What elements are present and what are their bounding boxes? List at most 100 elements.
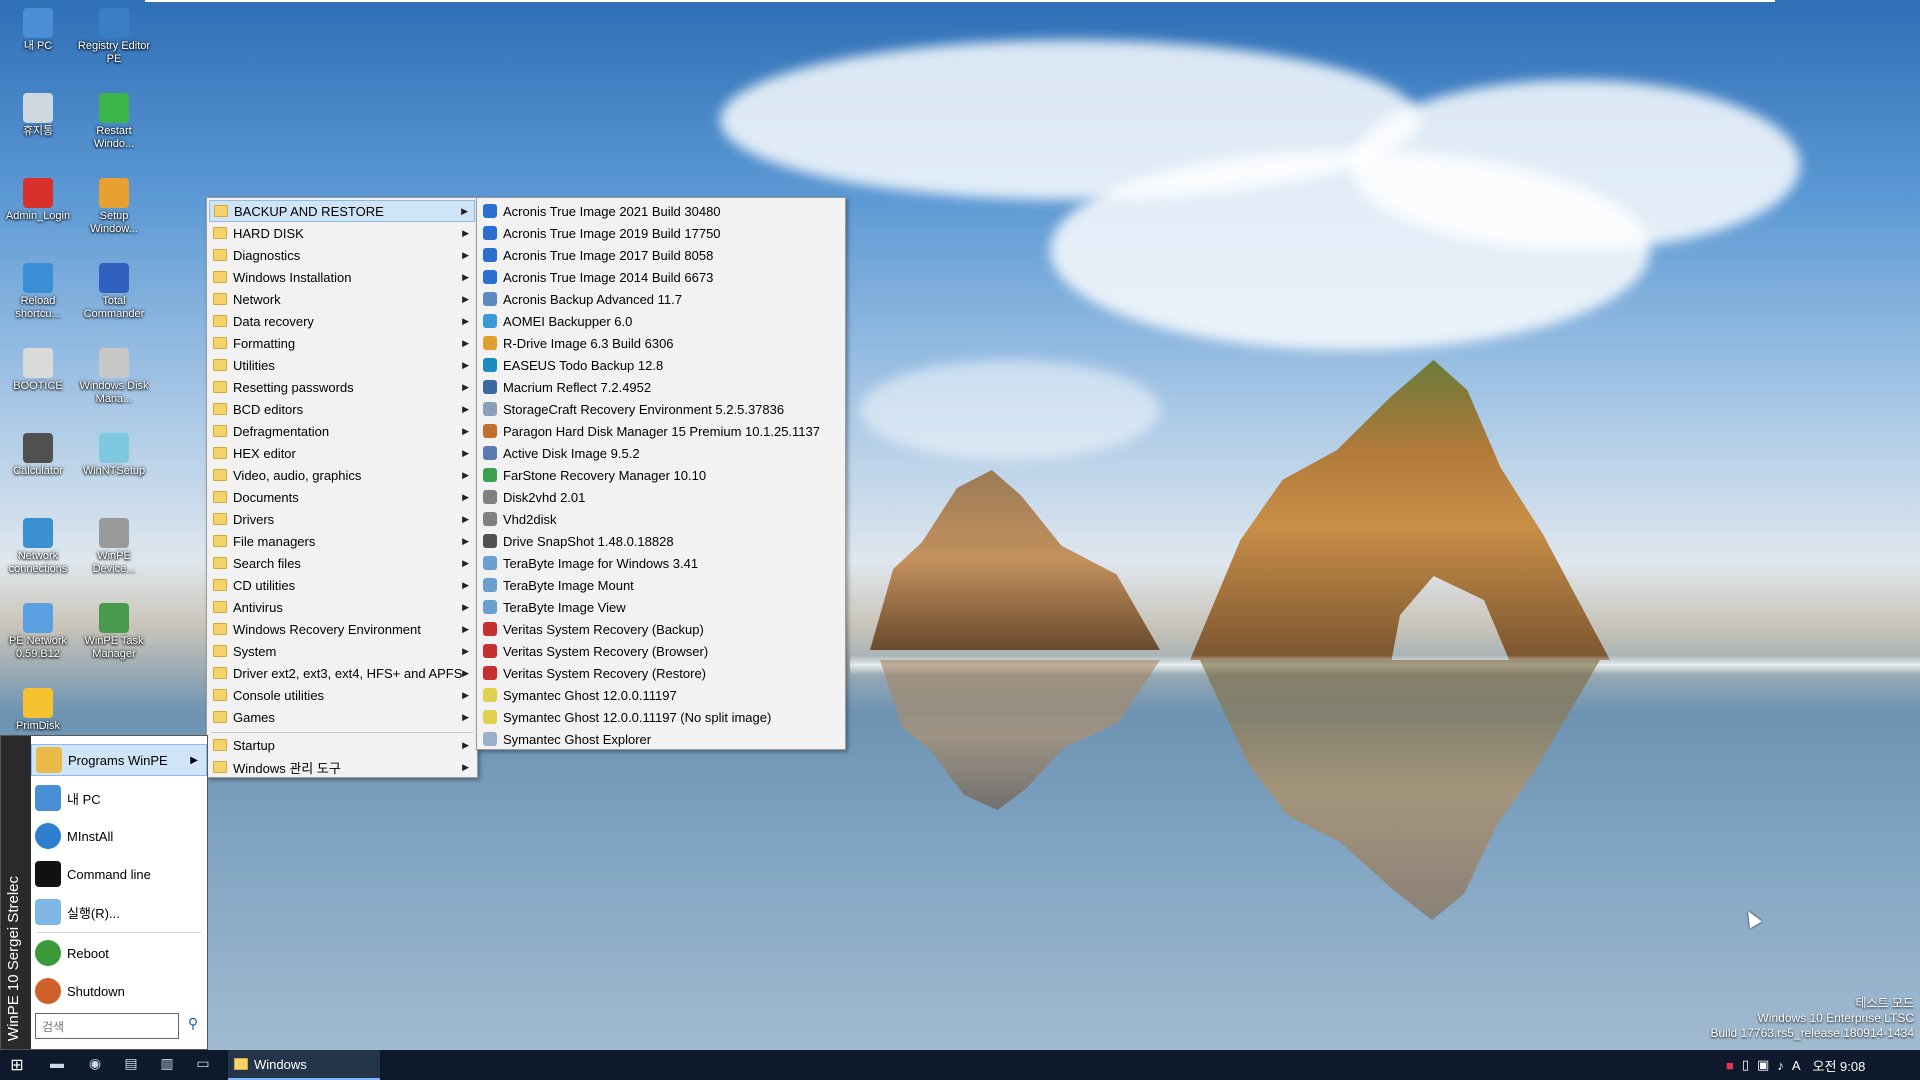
menu-item-antivirus[interactable]: Antivirus ▶ xyxy=(209,596,475,618)
document-icon[interactable]: ▥ xyxy=(156,1055,178,1075)
backup-menu-item[interactable]: Veritas System Recovery (Browser) xyxy=(479,640,843,662)
backup-menu-item[interactable]: StorageCraft Recovery Environment 5.2.5.… xyxy=(479,398,843,420)
desktop-icon[interactable]: PE Network 0.59.B12 xyxy=(0,603,76,661)
menu-item-utilities[interactable]: Utilities ▶ xyxy=(209,354,475,376)
menu-item-hex-editor[interactable]: HEX editor ▶ xyxy=(209,442,475,464)
menu-item-bcd-editors[interactable]: BCD editors ▶ xyxy=(209,398,475,420)
ime-indicator[interactable]: A xyxy=(1792,1058,1801,1073)
menu-item-file-managers[interactable]: File managers ▶ xyxy=(209,530,475,552)
explorer-icon[interactable]: ▬ xyxy=(46,1055,68,1075)
menu-item-diagnostics[interactable]: Diagnostics ▶ xyxy=(209,244,475,266)
command-line-item[interactable]: Command line xyxy=(31,858,207,890)
desktop-icon[interactable]: Admin_Login xyxy=(0,178,76,223)
desktop-icon[interactable]: Reload shortcu... xyxy=(0,263,76,321)
menu-item-defragmentation[interactable]: Defragmentation ▶ xyxy=(209,420,475,442)
backup-menu-item[interactable]: Vhd2disk xyxy=(479,508,843,530)
chevron-right-icon: ▶ xyxy=(462,227,469,238)
reboot-button[interactable]: Reboot xyxy=(31,937,207,969)
backup-menu-item[interactable]: Symantec Ghost 12.0.0.11197 (No split im… xyxy=(479,706,843,728)
run-item[interactable]: 실행(R)... xyxy=(31,896,207,928)
backup-menu-item[interactable]: Active Disk Image 9.5.2 xyxy=(479,442,843,464)
menu-item-data-recovery[interactable]: Data recovery ▶ xyxy=(209,310,475,332)
backup-menu-item-label: Paragon Hard Disk Manager 15 Premium 10.… xyxy=(503,423,820,439)
menu-item-games[interactable]: Games ▶ xyxy=(209,706,475,728)
menu-item-drivers[interactable]: Drivers ▶ xyxy=(209,508,475,530)
menu-item-system[interactable]: System ▶ xyxy=(209,640,475,662)
start-search-input[interactable]: 검색 xyxy=(35,1013,179,1039)
shutdown-button[interactable]: Shutdown xyxy=(31,975,207,1007)
menu-item-formatting[interactable]: Formatting ▶ xyxy=(209,332,475,354)
desktop-icon[interactable]: Network connections xyxy=(0,518,76,576)
menu-item-video-audio-graphics[interactable]: Video, audio, graphics ▶ xyxy=(209,464,475,486)
taskbar-window-windows[interactable]: Windows xyxy=(228,1050,380,1080)
desktop-icon[interactable]: BOOTICE xyxy=(0,348,76,393)
menu-item-hard-disk[interactable]: HARD DISK ▶ xyxy=(209,222,475,244)
menu-item-driver-ext[interactable]: Driver ext2, ext3, ext4, HFS+ and APFS ▶ xyxy=(209,662,475,684)
desktop-icon[interactable]: Registry Editor PE xyxy=(76,8,152,66)
color-flag-icon[interactable]: ■ xyxy=(1726,1058,1734,1073)
backup-menu-item[interactable]: Acronis Backup Advanced 11.7 xyxy=(479,288,843,310)
desktop-icon[interactable]: 휴지통 xyxy=(0,93,76,138)
desktop-icon[interactable]: WinPE Device... xyxy=(76,518,152,576)
desktop-icon[interactable]: 내 PC xyxy=(0,8,76,53)
desktop-icon-label: Reload shortcu... xyxy=(15,295,61,320)
backup-menu-item[interactable]: Symantec Ghost 12.0.0.11197 xyxy=(479,684,843,706)
search-icon[interactable]: ⚲ xyxy=(183,1015,203,1037)
minstall-taskbar-icon[interactable]: ◉ xyxy=(84,1055,106,1075)
volume-icon[interactable]: ♪ xyxy=(1777,1058,1784,1073)
backup-menu-item[interactable]: TeraByte Image View xyxy=(479,596,843,618)
console-icon[interactable]: ▭ xyxy=(192,1055,214,1075)
menu-item-resetting-passwords[interactable]: Resetting passwords ▶ xyxy=(209,376,475,398)
backup-menu-item[interactable]: TeraByte Image Mount xyxy=(479,574,843,596)
windows-start-icon[interactable]: ⊞ xyxy=(4,1055,30,1075)
backup-menu-item[interactable]: EASEUS Todo Backup 12.8 xyxy=(479,354,843,376)
usb-icon[interactable]: ▯ xyxy=(1742,1057,1749,1073)
desktop-icon[interactable]: Windows Disk Mana... xyxy=(76,348,152,406)
minstall-item[interactable]: MInstAll xyxy=(31,820,207,852)
start-menu-body: Programs WinPE ▶ 내 PC MInstAll Command li… xyxy=(31,736,207,1049)
backup-menu-item[interactable]: Acronis True Image 2017 Build 8058 xyxy=(479,244,843,266)
desktop-icon[interactable]: Restart Windo... xyxy=(76,93,152,151)
backup-menu-item[interactable]: Acronis True Image 2019 Build 17750 xyxy=(479,222,843,244)
programs-winpe-item[interactable]: Programs WinPE ▶ xyxy=(31,744,207,776)
menu-item-cd-utilities[interactable]: CD utilities ▶ xyxy=(209,574,475,596)
menu-item-network[interactable]: Network ▶ xyxy=(209,288,475,310)
menu-item-windows-recovery-environment[interactable]: Windows Recovery Environment ▶ xyxy=(209,618,475,640)
clock[interactable]: 오전 9:08 xyxy=(1812,1056,1865,1075)
backup-menu-item[interactable]: Acronis True Image 2014 Build 6673 xyxy=(479,266,843,288)
backup-menu-item[interactable]: Disk2vhd 2.01 xyxy=(479,486,843,508)
backup-menu-item[interactable]: Macrium Reflect 7.2.4952 xyxy=(479,376,843,398)
chevron-right-icon: ▶ xyxy=(462,425,469,436)
my-pc-item[interactable]: 내 PC xyxy=(31,782,207,814)
backup-menu-item[interactable]: TeraByte Image for Windows 3.41 xyxy=(479,552,843,574)
chevron-right-icon: ▶ xyxy=(462,711,469,722)
notepad-icon[interactable]: ▤ xyxy=(120,1055,142,1075)
backup-menu-item[interactable]: FarStone Recovery Manager 10.10 xyxy=(479,464,843,486)
backup-menu-item[interactable]: AOMEI Backupper 6.0 xyxy=(479,310,843,332)
network-icon[interactable]: ▣ xyxy=(1757,1057,1769,1073)
backup-menu-item[interactable]: Paragon Hard Disk Manager 15 Premium 10.… xyxy=(479,420,843,442)
backup-menu-item[interactable]: Drive SnapShot 1.48.0.18828 xyxy=(479,530,843,552)
backup-menu-item[interactable]: Symantec Ghost Explorer xyxy=(479,728,843,750)
chevron-right-icon: ▶ xyxy=(462,315,469,326)
menu-item-label: Windows Recovery Environment xyxy=(233,621,421,637)
menu-item-windows-admin-tools[interactable]: Windows 관리 도구 ▶ xyxy=(209,756,475,778)
menu-item-console-utilities[interactable]: Console utilities ▶ xyxy=(209,684,475,706)
desktop-icon[interactable]: Setup Window... xyxy=(76,178,152,236)
chevron-right-icon: ▶ xyxy=(462,535,469,546)
menu-item-windows-installation[interactable]: Windows Installation ▶ xyxy=(209,266,475,288)
desktop-icon[interactable]: Calculator xyxy=(0,433,76,478)
backup-menu-item[interactable]: R-Drive Image 6.3 Build 6306 xyxy=(479,332,843,354)
backup-menu-item[interactable]: Acronis True Image 2021 Build 30480 xyxy=(479,200,843,222)
menu-item-backup-and-restore[interactable]: BACKUP AND RESTORE ▶ xyxy=(209,200,475,222)
taskbar-window-label: Windows xyxy=(254,1056,307,1072)
menu-item-startup[interactable]: Startup ▶ xyxy=(209,734,475,756)
desktop-icon[interactable]: WinPE Task Manager xyxy=(76,603,152,661)
backup-menu-item[interactable]: Veritas System Recovery (Restore) xyxy=(479,662,843,684)
backup-menu-item[interactable]: Veritas System Recovery (Backup) xyxy=(479,618,843,640)
desktop-icon[interactable]: PrimDisk xyxy=(0,688,76,733)
desktop-icon[interactable]: Total Commander xyxy=(76,263,152,321)
menu-item-documents[interactable]: Documents ▶ xyxy=(209,486,475,508)
desktop-icon[interactable]: WinNTSetup xyxy=(76,433,152,478)
menu-item-search-files[interactable]: Search files ▶ xyxy=(209,552,475,574)
